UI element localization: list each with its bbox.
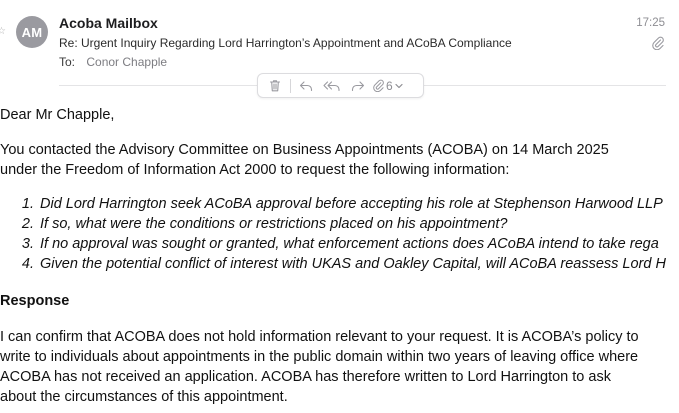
question-text: If so, what were the conditions or restr… bbox=[40, 216, 508, 232]
sender-name: Acoba Mailbox bbox=[59, 15, 158, 31]
intro-paragraph: You contacted the Advisory Committee on … bbox=[0, 140, 609, 180]
star-icon[interactable]: ☆ bbox=[0, 26, 6, 37]
intro-line: under the Freedom of Information Act 200… bbox=[0, 162, 510, 178]
email-time: 17:25 bbox=[636, 17, 665, 29]
intro-line: You contacted the Advisory Committee on … bbox=[0, 142, 609, 158]
list-item: 2. If so, what were the conditions or res… bbox=[0, 214, 666, 234]
response-paragraph: I can confirm that ACOBA does not hold i… bbox=[0, 327, 639, 407]
toolbar-separator bbox=[290, 78, 291, 93]
list-item: 3. If no approval was sought or granted, … bbox=[0, 234, 666, 254]
response-line: about the circumstances of this appointm… bbox=[0, 389, 288, 405]
question-list: 1. Did Lord Harrington seek ACoBA approva… bbox=[0, 194, 666, 274]
question-text: Given the potential conflict of interest… bbox=[40, 256, 666, 272]
chevron-down-icon bbox=[395, 83, 403, 88]
greeting: Dear Mr Chapple, bbox=[0, 107, 115, 123]
attachment-count: 6 bbox=[386, 78, 393, 93]
response-line: write to individuals about appointments … bbox=[0, 349, 639, 365]
reply-all-icon[interactable] bbox=[319, 75, 345, 97]
list-item: 1. Did Lord Harrington seek ACoBA approva… bbox=[0, 194, 666, 214]
email-header: ☆ AM Acoba Mailbox Re: Urgent Inquiry Re… bbox=[0, 0, 679, 80]
list-item: 4. Given the potential conflict of intere… bbox=[0, 254, 666, 274]
response-line: ACOBA has not received an application. A… bbox=[0, 369, 611, 385]
question-number: 2. bbox=[21, 216, 34, 232]
reply-icon[interactable] bbox=[293, 75, 319, 97]
recipient-row: To: Conor Chapple bbox=[59, 55, 167, 69]
avatar: AM bbox=[16, 16, 48, 48]
question-text: If no approval was sought or granted, wh… bbox=[40, 236, 659, 252]
response-heading: Response bbox=[0, 293, 70, 309]
trash-icon[interactable] bbox=[262, 75, 288, 97]
paperclip-icon bbox=[373, 79, 384, 92]
question-number: 1. bbox=[21, 196, 34, 212]
question-number: 3. bbox=[21, 236, 34, 252]
attachments-button[interactable]: 6 bbox=[371, 75, 405, 97]
to-label: To: bbox=[59, 55, 76, 69]
message-toolbar: 6 bbox=[257, 73, 424, 98]
email-subject: Re: Urgent Inquiry Regarding Lord Harrin… bbox=[59, 36, 512, 50]
question-number: 4. bbox=[21, 256, 34, 272]
recipient-name[interactable]: Conor Chapple bbox=[86, 55, 167, 69]
attachment-icon bbox=[652, 36, 664, 50]
response-line: I can confirm that ACOBA does not hold i… bbox=[0, 329, 639, 345]
forward-icon[interactable] bbox=[345, 75, 371, 97]
question-text: Did Lord Harrington seek ACoBA approval … bbox=[40, 196, 663, 212]
